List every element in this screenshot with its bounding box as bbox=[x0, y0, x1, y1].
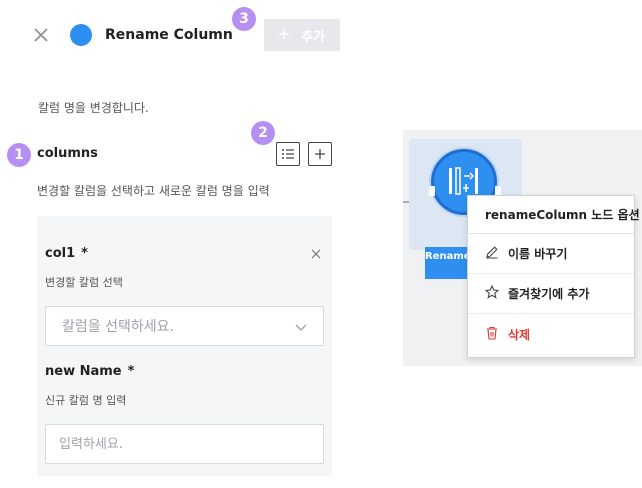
favorite-menu-item[interactable]: 즐겨찾기에 추가 bbox=[468, 274, 634, 314]
context-menu-title: renameColumn 노드 옵션 bbox=[468, 196, 640, 234]
col1-hint: 변경할 칼럼 선택 bbox=[45, 276, 123, 289]
node-port-left[interactable] bbox=[429, 186, 435, 196]
new-name-label: new Name * bbox=[45, 364, 135, 379]
page-title: Rename Column bbox=[105, 27, 233, 43]
pencil-icon bbox=[485, 245, 499, 262]
node-color-dot bbox=[70, 24, 92, 46]
add-button-label: 추가 bbox=[301, 29, 325, 45]
col1-label: col1 * bbox=[45, 246, 88, 261]
add-column-button[interactable] bbox=[308, 142, 332, 166]
rename-label: 이름 바꾸기 bbox=[508, 247, 568, 261]
new-name-hint: 신규 칼럼 명 입력 bbox=[45, 394, 127, 407]
add-button[interactable]: 추가 bbox=[264, 19, 340, 51]
favorite-label: 즐겨찾기에 추가 bbox=[508, 287, 590, 301]
columns-label: columns bbox=[37, 146, 98, 161]
column-select-placeholder: 칼럼을 선택하세요. bbox=[62, 319, 174, 335]
star-icon bbox=[484, 284, 500, 302]
list-icon bbox=[281, 145, 295, 164]
column-select[interactable]: 칼럼을 선택하세요. bbox=[45, 306, 324, 346]
plus-icon bbox=[279, 28, 290, 43]
plus-icon bbox=[314, 145, 326, 164]
new-name-input[interactable] bbox=[45, 424, 324, 464]
column-entry-panel: col1 * 변경할 칼럼 선택 칼럼을 선택하세요. new Name * 신규 … bbox=[37, 216, 332, 476]
chevron-down-icon bbox=[295, 317, 307, 336]
close-icon[interactable] bbox=[30, 24, 52, 46]
required-mark: * bbox=[81, 246, 88, 261]
rename-menu-item[interactable]: 이름 바꾸기 bbox=[468, 234, 634, 274]
delete-label: 삭제 bbox=[508, 327, 531, 342]
list-view-button[interactable] bbox=[276, 142, 300, 166]
node-description: 칼럼 명을 변경합니다. bbox=[38, 101, 149, 115]
node-context-menu: renameColumn 노드 옵션 이름 바꾸기 즐겨찾기에 추가 삭제 bbox=[467, 195, 640, 358]
delete-menu-item[interactable]: 삭제 bbox=[468, 314, 634, 354]
trash-icon bbox=[485, 326, 499, 343]
remove-entry-icon[interactable] bbox=[308, 246, 324, 262]
columns-description: 변경할 칼럼을 선택하고 새로운 칼럼 명을 입력 bbox=[37, 184, 270, 198]
step-badge-1: 1 bbox=[7, 143, 31, 167]
step-badge-2: 2 bbox=[251, 121, 275, 145]
step-badge-3: 3 bbox=[232, 7, 256, 31]
required-mark: * bbox=[127, 364, 135, 379]
